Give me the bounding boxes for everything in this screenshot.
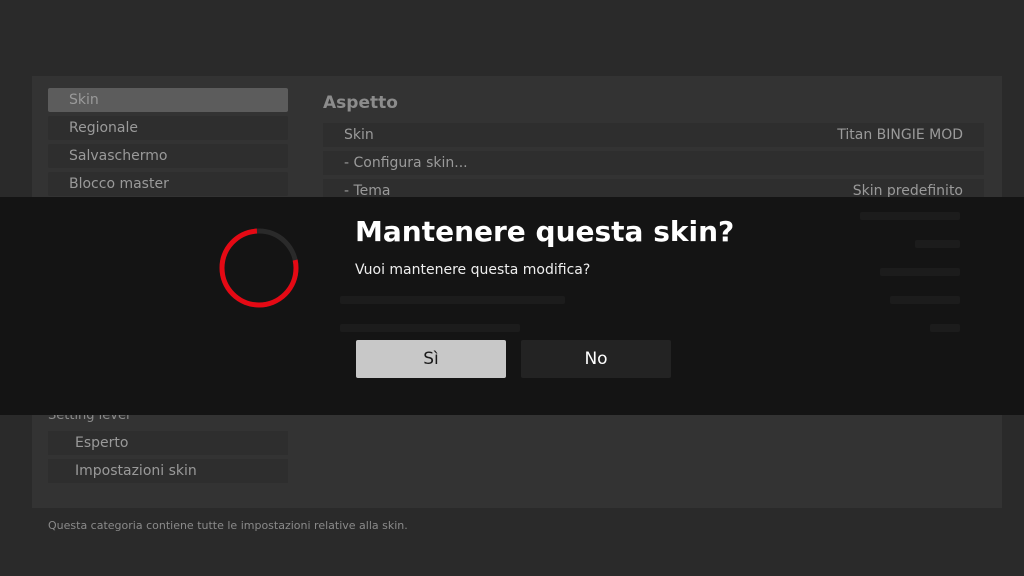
- section-title: Aspetto: [323, 93, 398, 113]
- setting-value: Titan BINGIE MOD: [837, 127, 963, 143]
- sidebar-item-blocco-master[interactable]: Blocco master: [48, 172, 288, 196]
- setting-label: Skin: [344, 127, 374, 143]
- sidebar-item-salvaschermo[interactable]: Salvaschermo: [48, 144, 288, 168]
- sidebar-item-label: Regionale: [69, 120, 139, 136]
- obscured-setting-value: [880, 268, 960, 276]
- obscured-setting-value: [890, 296, 960, 304]
- obscured-setting-label: [340, 296, 565, 304]
- screen: Skin Regionale Salvaschermo Blocco maste…: [0, 0, 1024, 576]
- countdown-spinner-icon: [219, 228, 299, 308]
- sidebar-item-esperto[interactable]: Esperto: [48, 431, 288, 455]
- category-description: Questa categoria contiene tutte le impos…: [48, 519, 408, 532]
- sidebar-item-impostazioni-skin[interactable]: Impostazioni skin: [48, 459, 288, 483]
- yes-button[interactable]: Sì: [356, 340, 506, 378]
- setting-row-configura-skin[interactable]: - Configura skin...: [323, 151, 984, 175]
- setting-label: - Configura skin...: [344, 155, 468, 171]
- sidebar-item-label: Blocco master: [69, 176, 169, 192]
- dialog-message: Vuoi mantenere questa modifica?: [355, 262, 591, 278]
- obscured-setting-value: [915, 240, 960, 248]
- sidebar-item-label: Salvaschermo: [69, 148, 168, 164]
- sidebar-item-regionale[interactable]: Regionale: [48, 116, 288, 140]
- dialog-title: Mantenere questa skin?: [355, 215, 735, 248]
- obscured-setting-value: [930, 324, 960, 332]
- sidebar-item-label: Impostazioni skin: [75, 463, 197, 479]
- obscured-setting-value: [860, 212, 960, 220]
- obscured-setting-label: [340, 324, 520, 332]
- no-button[interactable]: No: [521, 340, 671, 378]
- sidebar-item-label: Skin: [69, 92, 99, 108]
- sidebar-item-label: Esperto: [75, 435, 129, 451]
- sidebar-item-skin[interactable]: Skin: [48, 88, 288, 112]
- setting-row-skin[interactable]: Skin Titan BINGIE MOD: [323, 123, 984, 147]
